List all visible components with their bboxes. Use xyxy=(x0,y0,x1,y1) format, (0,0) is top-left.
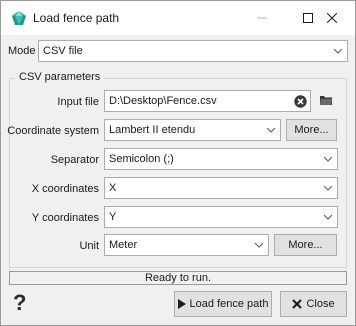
y-coordinates-select[interactable]: Y xyxy=(104,206,338,228)
input-file-field[interactable]: D:\Desktop\Fence.csv xyxy=(104,90,311,112)
title-bar[interactable]: Load fence path xyxy=(1,1,355,35)
window-close-button[interactable] xyxy=(309,1,355,35)
coordinate-system-value: Lambert II etendu xyxy=(109,124,196,136)
coordinate-system-more-button[interactable]: More... xyxy=(286,119,337,141)
mode-label: Mode xyxy=(8,45,36,57)
separator-select[interactable]: Semicolon (;) xyxy=(104,148,338,170)
csv-parameters-title: CSV parameters xyxy=(15,71,105,83)
input-file-value: D:\Desktop\Fence.csv xyxy=(109,95,217,107)
mode-select[interactable]: CSV file xyxy=(38,40,348,62)
help-button[interactable]: ? xyxy=(13,290,26,316)
minimize-icon xyxy=(257,17,267,19)
x-coordinates-label: X coordinates xyxy=(31,183,99,195)
y-coordinates-label: Y coordinates xyxy=(31,212,99,224)
chevron-down-icon xyxy=(262,120,280,140)
play-icon xyxy=(177,299,186,309)
y-coordinates-value: Y xyxy=(109,211,117,223)
close-label: Close xyxy=(306,298,335,310)
separator-label: Separator xyxy=(50,154,99,166)
chevron-down-icon xyxy=(329,41,347,61)
folder-icon[interactable] xyxy=(319,94,333,109)
chevron-down-icon xyxy=(250,235,268,255)
load-fence-path-button[interactable]: Load fence path xyxy=(174,291,272,317)
unit-select[interactable]: Meter xyxy=(104,234,269,256)
x-coordinates-value: X xyxy=(109,182,117,194)
chevron-down-icon xyxy=(319,178,337,198)
window-title: Load fence path xyxy=(33,11,120,25)
coordinate-system-label: Coordinate system xyxy=(7,125,99,137)
unit-value: Meter xyxy=(109,239,138,251)
close-icon xyxy=(327,13,337,23)
load-fence-path-label: Load fence path xyxy=(189,298,269,310)
x-coordinates-select[interactable]: X xyxy=(104,177,338,199)
status-bar: Ready to run. xyxy=(9,271,347,285)
load-fence-path-window: Load fence path Mode CSV file CSV parame… xyxy=(0,0,356,326)
coordinate-system-select[interactable]: Lambert II etendu xyxy=(104,119,281,141)
clear-icon[interactable] xyxy=(290,91,310,111)
unit-more-button[interactable]: More... xyxy=(274,234,337,256)
mode-value: CSV file xyxy=(43,45,83,57)
minimize-button[interactable] xyxy=(239,1,285,35)
input-file-label: Input file xyxy=(57,96,99,108)
app-icon xyxy=(11,10,27,26)
close-x-icon xyxy=(292,299,303,309)
separator-value: Semicolon (;) xyxy=(109,153,174,165)
chevron-down-icon xyxy=(319,207,337,227)
chevron-down-icon xyxy=(319,149,337,169)
unit-label: Unit xyxy=(79,240,99,252)
close-button[interactable]: Close xyxy=(280,291,347,317)
